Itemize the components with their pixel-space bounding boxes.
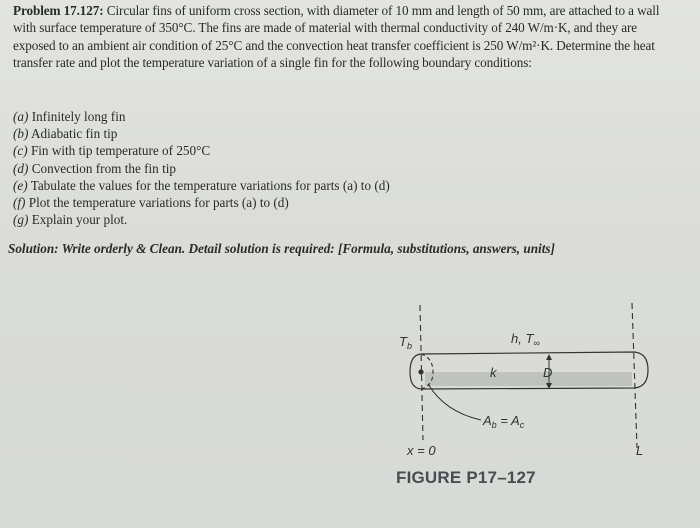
part-item: (e) Tabulate the values for the temperat…	[13, 177, 390, 193]
x-origin-label: x = 0	[406, 443, 436, 458]
diameter-label: D	[543, 365, 552, 380]
part-item: (a) Infinitely long fin	[13, 109, 126, 124]
base-center-point	[418, 369, 424, 375]
figure-caption: FIGURE P17–127	[396, 468, 536, 487]
area-label: Ab = Ac	[482, 413, 525, 430]
problem-parts-list: (a) Infinitely long fin (b) Adiabatic fi…	[13, 108, 390, 228]
base-temp-label: Tb	[399, 334, 412, 351]
fin-shading	[425, 372, 632, 386]
diameter-arrowhead-top	[546, 354, 552, 360]
length-label: L	[636, 443, 643, 458]
problem-text: Circular fins of uniform cross section, …	[13, 3, 660, 71]
convection-label: h, T∞	[511, 331, 540, 348]
problem-label: Problem 17.127:	[13, 3, 104, 18]
part-item: (b) Adiabatic fin tip	[13, 126, 118, 142]
problem-statement: Problem 17.127: Circular fins of uniform…	[13, 2, 673, 72]
document-page: Problem 17.127: Circular fins of uniform…	[0, 0, 700, 528]
tip-dashed-line	[631, 302, 638, 449]
part-item: (g) Explain your plot.	[13, 212, 128, 228]
part-item: (c) Fin with tip temperature of 250°C	[13, 143, 211, 159]
solution-instructions: Solution: Write orderly & Clean. Detail …	[8, 241, 555, 256]
part-item: (d) Convection from the fin tip	[13, 160, 176, 176]
part-item: (f) Plot the temperature variations for …	[13, 195, 289, 211]
